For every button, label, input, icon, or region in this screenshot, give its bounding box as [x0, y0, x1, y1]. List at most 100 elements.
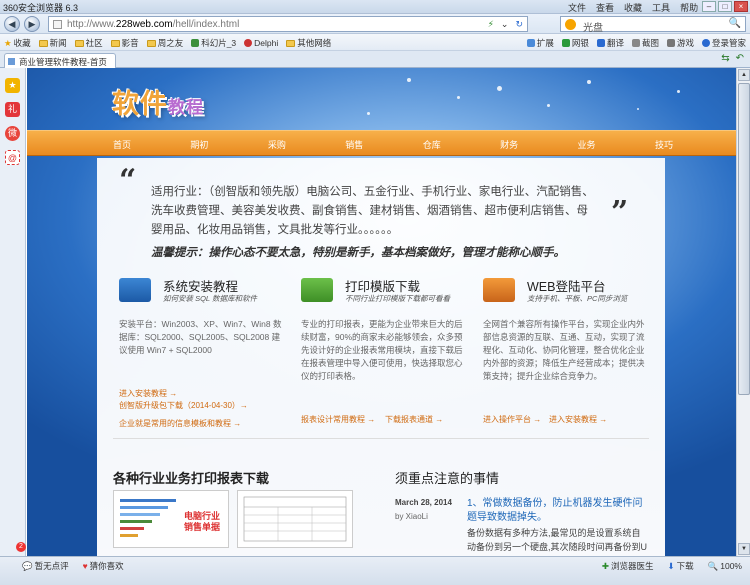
download-icon: ⬇: [667, 560, 675, 571]
search-icon[interactable]: 🔍: [729, 18, 741, 29]
scroll-down-icon[interactable]: ▼: [738, 543, 750, 555]
feature-body: 全网首个兼容所有操作平台，实现企业内外部信息资源的互联、互通、互动，实现了流程化…: [483, 319, 645, 381]
fav-label: 科幻片_3: [201, 38, 237, 48]
browser-doctor-button[interactable]: ✚ 浏览器医生: [602, 560, 654, 572]
maximize-icon[interactable]: □: [718, 1, 732, 12]
menu-tools[interactable]: 工具: [652, 1, 670, 14]
content-panel: “ ” 适用行业：（创智版和领先版）电脑公司、五金行业、手机行业、家电行业、汽配…: [97, 158, 665, 556]
webpage-viewport: 软件教程 首页 期初 采购 销售 仓库 财务 业务 技巧 “ ” 适用行业：（创…: [27, 68, 736, 556]
tip-text: 温馨提示：操作心态不要太急，特别是新手，基本档案做好，管理才能称心顺手。: [151, 247, 565, 259]
nav-home[interactable]: 首页: [113, 138, 131, 151]
download-button[interactable]: ⬇ 下载: [668, 560, 694, 572]
fav-item-news[interactable]: 新闻: [38, 37, 67, 49]
login-button[interactable]: 登录管家: [701, 37, 746, 49]
compat-mode-icon[interactable]: ⚡: [488, 19, 494, 30]
gift-icon[interactable]: 礼: [5, 102, 20, 117]
logo-small: 教程: [168, 98, 204, 118]
menu-favorites[interactable]: 收藏: [624, 1, 642, 14]
nav-initial[interactable]: 期初: [190, 138, 208, 151]
form-preview-icon: [243, 496, 347, 542]
nav-sales[interactable]: 销售: [345, 138, 363, 151]
link-report-download[interactable]: 下载报表通道 →: [385, 414, 443, 425]
close-quote: ”: [611, 195, 629, 230]
menu-bar: 文件 查看 收藏 工具 帮助: [568, 1, 698, 14]
search-input[interactable]: 光盘 🔍: [560, 16, 746, 34]
toolbar-label: 登录管家: [711, 38, 746, 48]
tab-active[interactable]: 商业管理软件教程-首页: [4, 53, 116, 68]
status-label: 暂无点评: [34, 561, 69, 571]
nav-purchase[interactable]: 采购: [268, 138, 286, 151]
url-input[interactable]: http://www.228web.com/hell/index.html ⚡ …: [48, 16, 528, 32]
link-platform[interactable]: 进入操作平台 →: [483, 414, 541, 425]
scroll-thumb[interactable]: [738, 83, 750, 395]
search-engine-icon[interactable]: [565, 19, 576, 30]
site-logo[interactable]: 软件教程: [112, 82, 204, 121]
favorites-button[interactable]: ★ 收藏: [4, 37, 31, 49]
fav-item-community[interactable]: 社区: [74, 37, 103, 49]
window-controls: – □ ×: [702, 1, 748, 12]
link-install-tutorial-2[interactable]: 进入安装教程 →: [549, 414, 607, 425]
menu-file[interactable]: 文件: [568, 1, 586, 14]
toolbar-label: 网银: [571, 38, 589, 48]
tab-restore-icon[interactable]: ⇆: [721, 53, 729, 64]
refresh-icon[interactable]: ↻: [515, 19, 523, 30]
feature-body: 安装平台：Win2003、XP、Win7、Win8 数据库：SQL2000、SQ…: [119, 319, 282, 355]
zoom-level[interactable]: 🔍 100%: [708, 560, 742, 572]
status-label: 猜你喜欢: [89, 561, 124, 571]
favorites-label: 收藏: [13, 38, 31, 48]
nav-business[interactable]: 业务: [578, 138, 596, 151]
bank-button[interactable]: 网银: [561, 37, 589, 49]
fav-item-friends[interactable]: 周之友: [146, 37, 184, 49]
fav-item-scifi[interactable]: 科幻片_3: [191, 37, 236, 49]
close-icon[interactable]: ×: [734, 1, 748, 12]
forward-button[interactable]: ▶: [24, 16, 40, 32]
fav-item-other[interactable]: 其他网络: [286, 37, 331, 49]
fav-item-media[interactable]: 影音: [110, 37, 139, 49]
minimize-icon[interactable]: –: [702, 1, 716, 12]
link-report-design[interactable]: 报表设计常用教程 →: [301, 414, 375, 425]
nav-finance[interactable]: 财务: [500, 138, 518, 151]
undo-icon[interactable]: ↶: [736, 53, 744, 64]
weibo-icon[interactable]: 微: [5, 126, 20, 141]
note-author: by XiaoLi: [395, 512, 428, 521]
report-thumbnail-form[interactable]: [237, 490, 353, 548]
main-nav: 首页 期初 采购 销售 仓库 财务 业务 技巧: [27, 130, 736, 156]
games-button[interactable]: 游戏: [666, 37, 694, 49]
star-icon: ★: [4, 37, 12, 48]
menu-help[interactable]: 帮助: [680, 1, 698, 14]
briefcase-blue-icon: [119, 278, 151, 302]
status-label: 浏览器医生: [611, 561, 654, 571]
fav-label: 影音: [121, 38, 139, 48]
vertical-scrollbar[interactable]: ▲ ▼: [736, 68, 750, 556]
intro-text: 适用行业：（创智版和领先版）电脑公司、五金行业、手机行业、家电行业、汽配销售、洗…: [151, 186, 594, 236]
nav-warehouse[interactable]: 仓库: [423, 138, 441, 151]
fav-label: 周之友: [157, 38, 184, 48]
extensions-button[interactable]: 扩展: [526, 37, 554, 49]
translate-button[interactable]: 翻译: [596, 37, 624, 49]
dropdown-icon[interactable]: ⌄: [501, 19, 509, 30]
status-comment[interactable]: 💬 暂无点评: [22, 560, 69, 572]
menu-view[interactable]: 查看: [596, 1, 614, 14]
fav-item-delphi[interactable]: Delphi: [244, 37, 278, 49]
report-thumbnail-sales[interactable]: 电脑行业销售单据: [113, 490, 229, 548]
folder-icon: [146, 39, 156, 47]
link-install-tutorial[interactable]: 进入安装教程 →: [119, 388, 177, 399]
link-templates[interactable]: 企业就是常用的信息模板和教程 →: [119, 418, 241, 429]
scroll-up-icon[interactable]: ▲: [738, 69, 750, 81]
status-recommend[interactable]: ♥ 猜你喜欢: [83, 560, 124, 572]
nav-tips[interactable]: 技巧: [655, 138, 673, 151]
back-button[interactable]: ◀: [4, 16, 20, 32]
window-title: 360安全浏览器 6.3: [3, 3, 79, 13]
toolbar-label: 截图: [641, 38, 659, 48]
screenshot-button[interactable]: 截图: [631, 37, 659, 49]
notification-badge[interactable]: 2: [16, 542, 26, 552]
doctor-icon: ✚: [601, 560, 609, 571]
note-headline[interactable]: 1、常做数据备份，防止机器发生硬件问题导致数据掉失。: [467, 497, 647, 525]
reports-section-title: 各种行业业务打印报表下载: [113, 471, 270, 486]
email-icon[interactable]: @: [5, 150, 20, 165]
zoom-value: 100%: [720, 561, 742, 571]
shield-icon: [561, 39, 570, 47]
link-upgrade-download[interactable]: 创智版升级包下载（2014-04-30）→: [119, 400, 248, 411]
url-path: /hell/index.html: [172, 19, 240, 30]
favorites-star-icon[interactable]: ★: [5, 78, 20, 93]
